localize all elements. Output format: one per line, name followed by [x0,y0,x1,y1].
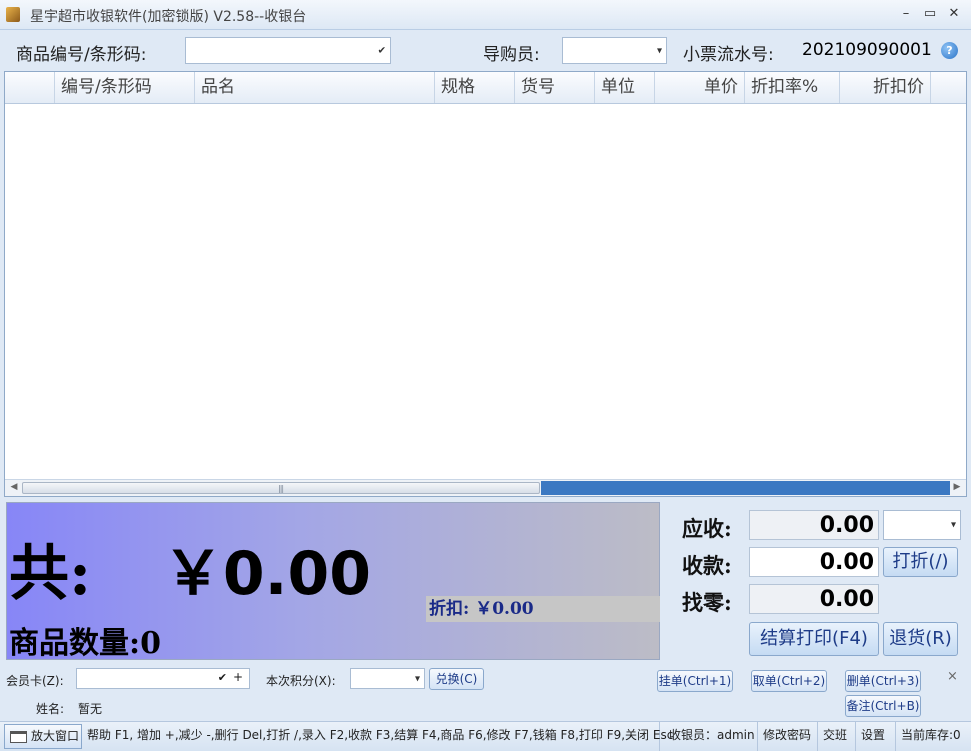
discount-label: 折扣: [429,599,470,619]
item-count: 商品数量:0 [9,618,161,662]
change-password-link[interactable]: 修改密码 [758,722,818,751]
scroll-grip-icon: ||| [278,484,284,493]
guide-label: 导购员: [483,45,540,65]
discount-summary: 折扣: ￥0.00 [426,596,660,622]
note-button[interactable]: 备注(Ctrl+B) [845,695,921,717]
discount-button[interactable]: 打折(/) [883,547,958,577]
receipt-label: 小票流水号: [683,45,774,65]
maximize-button[interactable]: ▭ [919,4,941,24]
check-icon[interactable]: ✔ [218,671,227,684]
scroll-track[interactable] [541,481,950,495]
title-bar: 星宇超市收银软件(加密锁版) V2.58--收银台 – ▭ ✕ [0,0,971,30]
redeem-button[interactable]: 兑换(C) [429,668,484,690]
chevron-down-icon[interactable]: ✔ [378,45,386,56]
receipt-number: 202109090001 [802,40,932,60]
dropdown-arrow-icon[interactable]: ▾ [951,520,956,531]
add-icon[interactable]: + [233,670,243,684]
dropdown-arrow-icon[interactable]: ▾ [415,673,420,684]
shortcut-hints: 帮助 F1, 增加 +,减少 -,删行 Del,打折 /,录入 F2,收款 F3… [82,722,673,751]
member-name-value: 暂无 [78,702,103,716]
window-icon [10,730,27,743]
product-grid[interactable]: 编号/条形码 品名 规格 货号 单位 单价 折扣率% 折扣价 ◀ ||| ▶ [4,71,967,497]
paid-label: 收款: [682,553,732,578]
handover-link[interactable]: 交班 [818,722,856,751]
change-value: 0.00 [749,584,879,614]
grid-header: 编号/条形码 品名 规格 货号 单位 单价 折扣率% 折扣价 [5,72,966,104]
row-indicator-header [5,72,55,103]
points-label: 本次积分(X): [266,674,336,688]
hold-order-button[interactable]: 挂单(Ctrl+1) [657,670,733,692]
col-discount-rate[interactable]: 折扣率% [745,72,840,103]
close-button[interactable]: ✕ [943,4,965,24]
return-button[interactable]: 退货(R) [883,622,958,656]
minimize-button[interactable]: – [895,4,917,24]
help-icon[interactable]: ? [941,42,958,59]
receivable-value: 0.00 [749,510,879,540]
total-summary-panel: 共: ￥0.00 折扣: ￥0.00 商品数量:0 [6,502,660,662]
cashier-info: 收银员：admin [664,722,758,751]
points-select[interactable]: ▾ [350,668,425,689]
member-name-label: 姓名: [36,702,65,716]
scroll-right-icon[interactable]: ▶ [950,482,964,492]
barcode-label: 商品编号/条形码: [16,45,147,65]
discount-value: ￥0.00 [475,599,534,619]
checkout-print-button[interactable]: 结算打印(F4) [749,622,879,656]
close-icon[interactable]: × [947,669,958,684]
member-card-label: 会员卡(Z): [6,674,64,688]
payment-method-select[interactable]: ▾ [883,510,961,540]
barcode-input[interactable]: ✔ [185,37,391,64]
stock-info: 当前库存:0 [901,728,961,742]
status-bar: 放大窗口 帮助 F1, 增加 +,减少 -,删行 Del,打折 /,录入 F2,… [0,721,971,751]
total-label: 共: [9,539,92,609]
change-label: 找零: [682,590,732,615]
member-card-input[interactable]: ✔ + [76,668,250,689]
paid-input[interactable]: 0.00 [749,547,879,577]
total-value: ￥0.00 [162,539,371,609]
col-price[interactable]: 单价 [655,72,745,103]
retrieve-order-button[interactable]: 取单(Ctrl+2) [751,670,827,692]
payment-panel: 应收: 0.00 ▾ 收款: 0.00 打折(/) 找零: 0.00 结算打印(… [662,502,967,660]
col-spec[interactable]: 规格 [435,72,515,103]
col-barcode[interactable]: 编号/条形码 [55,72,195,103]
col-item-no[interactable]: 货号 [515,72,595,103]
scroll-left-icon[interactable]: ◀ [7,482,21,492]
settings-link[interactable]: 设置 [856,722,896,751]
total-amount: 共: ￥0.00 [9,525,371,612]
app-icon [6,7,20,22]
col-name[interactable]: 品名 [195,72,435,103]
col-discount-price[interactable]: 折扣价 [840,72,931,103]
receivable-label: 应收: [682,516,732,541]
enlarge-window-button[interactable]: 放大窗口 [4,724,82,749]
input-bar: 商品编号/条形码: ✔ 导购员: ▾ 小票流水号: 202109090001 [0,30,971,70]
member-bar: 会员卡(Z): ✔ + 本次积分(X): ▾ 兑换(C) 挂单(Ctrl+1) … [0,663,971,719]
guide-select[interactable]: ▾ [562,37,667,64]
delete-order-button[interactable]: 删单(Ctrl+3) [845,670,921,692]
scroll-thumb[interactable]: ||| [22,482,540,494]
horizontal-scrollbar[interactable]: ◀ ||| ▶ [5,479,966,496]
window-title: 星宇超市收银软件(加密锁版) V2.58--收银台 [30,9,307,25]
dropdown-arrow-icon[interactable]: ▾ [657,45,662,56]
qty-label: 商品数量: [9,626,141,661]
qty-value: 0 [140,626,161,661]
col-unit[interactable]: 单位 [595,72,655,103]
